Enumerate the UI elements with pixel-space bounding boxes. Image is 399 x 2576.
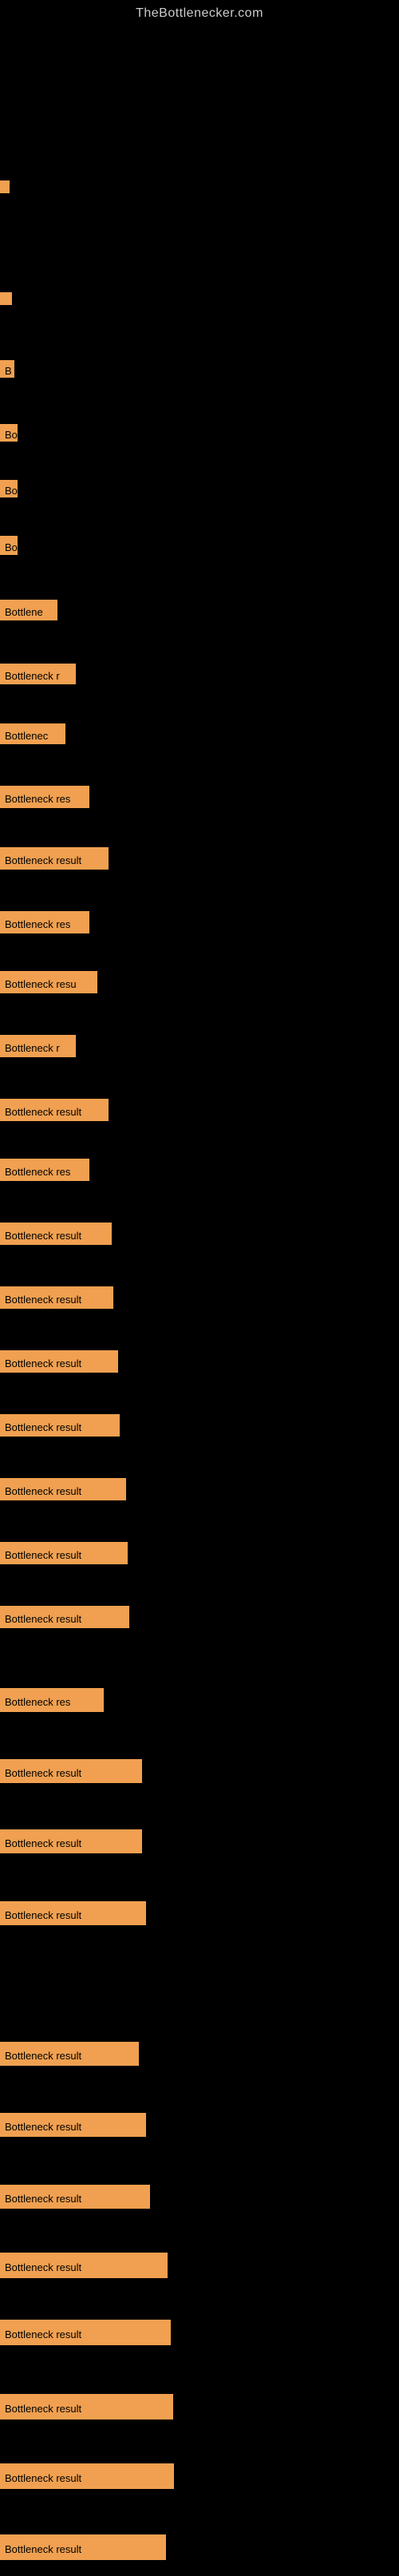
- bottleneck-label-34: Bottleneck result: [0, 2463, 174, 2489]
- bottleneck-item-30: Bottleneck result: [0, 2185, 150, 2209]
- bottleneck-item-33: Bottleneck result: [0, 2394, 173, 2419]
- bottleneck-item-27: Bottleneck result: [0, 1901, 146, 1925]
- bottleneck-item-6: Bo: [0, 536, 18, 555]
- bottleneck-label-17: Bottleneck result: [0, 1223, 112, 1245]
- bottleneck-item-17: Bottleneck result: [0, 1223, 112, 1245]
- bottleneck-label-26: Bottleneck result: [0, 1829, 142, 1853]
- bottleneck-label-3: B: [0, 360, 14, 378]
- bottleneck-label-10: Bottleneck res: [0, 786, 89, 808]
- bottleneck-label-11: Bottleneck result: [0, 847, 109, 870]
- bottleneck-label-18: Bottleneck result: [0, 1286, 113, 1309]
- bottleneck-item-22: Bottleneck result: [0, 1542, 128, 1564]
- bottleneck-label-5: Bo: [0, 480, 18, 497]
- bottleneck-label-13: Bottleneck resu: [0, 971, 97, 993]
- bottleneck-label-20: Bottleneck result: [0, 1414, 120, 1437]
- bottleneck-label-8: Bottleneck r: [0, 664, 76, 684]
- bottleneck-label-6: Bo: [0, 536, 18, 555]
- bottleneck-item-25: Bottleneck result: [0, 1759, 142, 1783]
- bottleneck-item-10: Bottleneck res: [0, 786, 89, 808]
- bottleneck-item-9: Bottlenec: [0, 723, 65, 744]
- site-title: TheBottlenecker.com: [0, 0, 399, 21]
- bottleneck-label-22: Bottleneck result: [0, 1542, 128, 1564]
- bottleneck-item-14: Bottleneck r: [0, 1035, 76, 1057]
- bottleneck-item-8: Bottleneck r: [0, 664, 76, 684]
- bottleneck-label-23: Bottleneck result: [0, 1606, 129, 1628]
- bottleneck-item-empty-2: [0, 292, 12, 305]
- bottleneck-item-32: Bottleneck result: [0, 2320, 171, 2345]
- bottleneck-label-28: Bottleneck result: [0, 2042, 139, 2066]
- bottleneck-label-27: Bottleneck result: [0, 1901, 146, 1925]
- bottleneck-label-19: Bottleneck result: [0, 1350, 118, 1373]
- bottleneck-label-12: Bottleneck res: [0, 911, 89, 933]
- bottleneck-label-35: Bottleneck result: [0, 2534, 166, 2560]
- bottleneck-item-28: Bottleneck result: [0, 2042, 139, 2066]
- bottleneck-item-13: Bottleneck resu: [0, 971, 97, 993]
- bottleneck-label-30: Bottleneck result: [0, 2185, 150, 2209]
- bottleneck-label-21: Bottleneck result: [0, 1478, 126, 1500]
- bottleneck-item-15: Bottleneck result: [0, 1099, 109, 1121]
- bottleneck-label-24: Bottleneck res: [0, 1688, 104, 1712]
- bottleneck-label-4: Bo: [0, 424, 18, 442]
- bottleneck-label-29: Bottleneck result: [0, 2113, 146, 2137]
- bottleneck-item-19: Bottleneck result: [0, 1350, 118, 1373]
- bottleneck-item-23: Bottleneck result: [0, 1606, 129, 1628]
- bottleneck-item-21: Bottleneck result: [0, 1478, 126, 1500]
- bottleneck-label-15: Bottleneck result: [0, 1099, 109, 1121]
- bottleneck-item-4: Bo: [0, 424, 18, 442]
- bottleneck-label-32: Bottleneck result: [0, 2320, 171, 2345]
- bottleneck-item-11: Bottleneck result: [0, 847, 109, 870]
- bottleneck-item-3: B: [0, 360, 14, 378]
- bottleneck-item-12: Bottleneck res: [0, 911, 89, 933]
- bottleneck-item-7: Bottlene: [0, 600, 57, 620]
- bottleneck-item-31: Bottleneck result: [0, 2253, 168, 2278]
- bottleneck-label-16: Bottleneck res: [0, 1159, 89, 1181]
- bottleneck-label-9: Bottlenec: [0, 723, 65, 744]
- bottleneck-item-24: Bottleneck res: [0, 1688, 104, 1712]
- bottleneck-label-31: Bottleneck result: [0, 2253, 168, 2278]
- bottleneck-item-empty-1: [0, 180, 10, 193]
- bottleneck-label-7: Bottlene: [0, 600, 57, 620]
- bottleneck-item-20: Bottleneck result: [0, 1414, 120, 1437]
- bottleneck-label-14: Bottleneck r: [0, 1035, 76, 1057]
- bottleneck-item-18: Bottleneck result: [0, 1286, 113, 1309]
- bottleneck-item-35: Bottleneck result: [0, 2534, 166, 2560]
- bottleneck-item-29: Bottleneck result: [0, 2113, 146, 2137]
- bottleneck-label-33: Bottleneck result: [0, 2394, 173, 2419]
- bottleneck-item-34: Bottleneck result: [0, 2463, 174, 2489]
- bottleneck-item-16: Bottleneck res: [0, 1159, 89, 1181]
- bottleneck-item-5: Bo: [0, 480, 18, 497]
- bottleneck-label-25: Bottleneck result: [0, 1759, 142, 1783]
- bottleneck-item-26: Bottleneck result: [0, 1829, 142, 1853]
